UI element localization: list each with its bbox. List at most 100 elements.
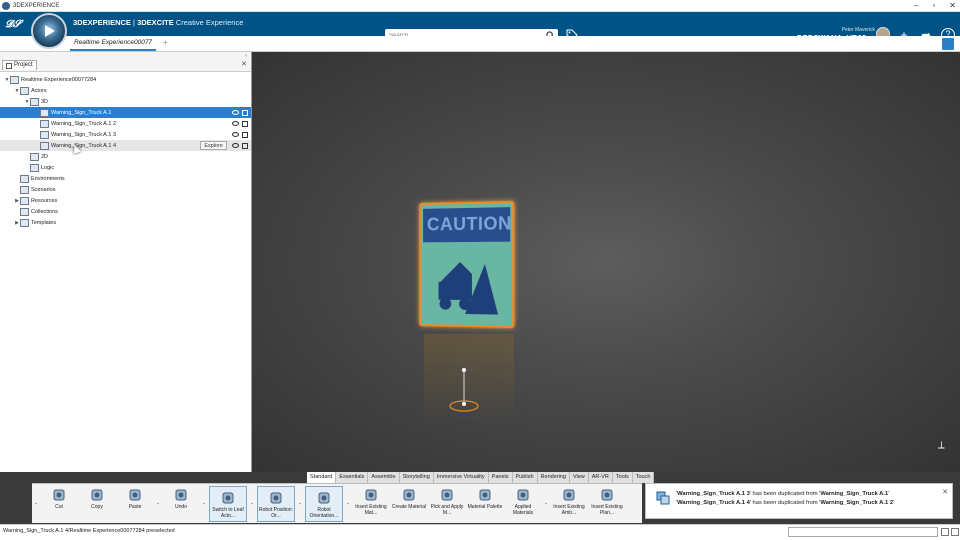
status-bar: Warning_Sign_Truck A.1 4/Realtime Experi… — [0, 524, 960, 540]
activation-toggle-icon[interactable] — [242, 142, 248, 149]
tree-item[interactable]: Warning_Sign_Truck A.1 2 — [0, 118, 251, 129]
tree-item-label: Realtime Experience00077284 — [21, 76, 97, 83]
visibility-eye-icon[interactable] — [232, 132, 239, 137]
ribbon-dropdown-icon[interactable]: ⌄ — [542, 484, 550, 522]
app-brand: 3DEXPERIENCE | 3DEXCITE Creative Experie… — [73, 18, 243, 27]
status-filter-icon[interactable] — [941, 528, 949, 536]
tab-realtime-experience[interactable]: Realtime Experience00077 — [70, 37, 157, 51]
switch-leaf-icon — [221, 491, 235, 505]
tab-project[interactable]: Project — [2, 60, 37, 70]
tree-item[interactable]: Warning_Sign_Truck A.1 — [0, 107, 251, 118]
insert-ambience-button[interactable]: Insert Existing Amb... — [550, 484, 588, 522]
ribbon-tab[interactable]: Touch — [632, 472, 655, 483]
ribbon-tab[interactable]: View — [569, 472, 589, 483]
ribbon-button-label: Robot Position: Or... — [259, 507, 293, 519]
row-tools — [232, 120, 248, 127]
copy-button[interactable]: Copy — [78, 484, 116, 522]
tree-node-icon — [40, 141, 49, 150]
ribbon-button-label: Insert Existing Amb... — [553, 504, 585, 516]
manipulator-handle[interactable] — [432, 352, 492, 422]
tree-item[interactable]: Environments — [0, 173, 251, 184]
project-panel: ‹ Project ✕ ▼ Realtime Experience00077284… — [0, 52, 252, 472]
material-palette-button[interactable]: Material Palette — [466, 484, 504, 522]
status-options-icon[interactable] — [951, 528, 959, 536]
close-window-button[interactable]: ✕ — [949, 0, 956, 12]
visibility-eye-icon[interactable] — [232, 143, 239, 148]
axis-triad-icon[interactable]: ⟂ — [938, 440, 952, 460]
insert-material-button[interactable]: Insert Existing Mat... — [352, 484, 390, 522]
restore-button[interactable]: ▫ — [932, 0, 935, 12]
maximize-view-icon[interactable] — [942, 38, 954, 50]
ribbon-tab[interactable]: Standard — [307, 472, 337, 483]
activation-toggle-icon[interactable] — [242, 109, 248, 116]
ribbon-tab[interactable]: Panels — [488, 472, 513, 483]
scissors-icon — [52, 488, 66, 502]
pick-apply-button[interactable]: Pick and Apply M... — [428, 484, 466, 522]
robot-orientation-button[interactable]: Robot Orientation... — [305, 486, 343, 522]
tree-item[interactable]: Logic — [0, 162, 251, 173]
ribbon-tab[interactable]: Immersive Virtuality — [433, 472, 489, 483]
row-tools — [232, 131, 248, 138]
ribbon-dropdown-icon[interactable]: ⌄ — [296, 484, 304, 522]
tree-item[interactable]: Collections — [0, 206, 251, 217]
create-material-button[interactable]: Create Material — [390, 484, 428, 522]
ribbon-button-label: Material Palette — [467, 504, 503, 510]
paste-button[interactable]: Paste — [116, 484, 154, 522]
tree-item[interactable]: ▼ Realtime Experience00077284 — [0, 74, 251, 85]
tree-item[interactable]: ▶ Templates — [0, 217, 251, 228]
ribbon-dropdown-icon[interactable]: ⌄ — [248, 484, 256, 522]
ribbon-tab[interactable]: Storytelling — [399, 472, 434, 483]
ribbon-tab[interactable]: Rendering — [537, 472, 570, 483]
ribbon-tab[interactable]: Assemble — [368, 472, 400, 483]
insert-planet-button[interactable]: Insert Existing Plan... — [588, 484, 626, 522]
applied-materials-icon — [516, 488, 530, 502]
compass-icon[interactable] — [31, 13, 67, 49]
paste-icon — [128, 488, 142, 502]
ribbon-buttons: Cut Copy Paste ⌄ Undo ⌄ Switch to Leaf Acto...… — [40, 484, 626, 524]
tree-node-icon — [20, 218, 29, 227]
switch-leaf-button[interactable]: Switch to Leaf Acto... — [209, 486, 247, 522]
visibility-eye-icon[interactable] — [232, 110, 239, 115]
action-bar: ⌄ Cut Copy Paste ⌄ Undo ⌄ Switch to Leaf Acto.… — [32, 483, 642, 523]
tree-item[interactable]: ▶ Resources — [0, 195, 251, 206]
ribbon-dropdown-icon[interactable]: ⌄ — [154, 484, 162, 522]
ribbon-tab[interactable]: Essentials — [336, 472, 369, 483]
tree-item-label: Actors — [31, 87, 47, 94]
undo-button[interactable]: Undo — [162, 484, 200, 522]
tree-item[interactable]: ▼ Actors — [0, 85, 251, 96]
panel-close-button[interactable]: ✕ — [241, 60, 247, 68]
app-icon — [2, 1, 10, 10]
ribbon-expand-icon[interactable]: ⌄ — [32, 484, 40, 522]
tab-project-label: Project — [14, 62, 33, 68]
robot-position-button[interactable]: Robot Position: Or... — [257, 486, 295, 522]
applied-materials-button[interactable]: Applied Materials — [504, 484, 542, 522]
user-name: Peter Maverick — [841, 27, 875, 33]
explore-button[interactable]: Explore — [200, 141, 227, 150]
command-input[interactable] — [788, 527, 938, 537]
tree-item[interactable]: Warning_Sign_Truck A.1 3 — [0, 129, 251, 140]
tree-item[interactable]: ▼ 3D — [0, 96, 251, 107]
ribbon-tab[interactable]: Publish — [512, 472, 538, 483]
document-tabs: Realtime Experience00077 + — [0, 36, 960, 52]
minimize-button[interactable]: – — [914, 0, 918, 12]
3d-viewport[interactable]: CAUTION ⟂ — [252, 52, 960, 472]
ribbon-tab[interactable]: AR-VR — [588, 472, 613, 483]
tree-node-icon — [20, 174, 29, 183]
ds-logo-icon[interactable]: 𝓓𝓢 — [0, 12, 26, 36]
activation-toggle-icon[interactable] — [242, 120, 248, 127]
warning-sign-model[interactable]: CAUTION — [419, 200, 515, 329]
ribbon-tab[interactable]: Tools — [612, 472, 633, 483]
tree-node-icon — [10, 75, 19, 84]
activation-toggle-icon[interactable] — [242, 131, 248, 138]
tree-item[interactable]: Warning_Sign_Truck A.1 4 Explore — [0, 140, 251, 151]
ribbon-dropdown-icon[interactable]: ⌄ — [344, 484, 352, 522]
notification-list: 'Warning_Sign_Truck A.1 3' has been dupl… — [676, 490, 946, 508]
scissors-button[interactable]: Cut — [40, 484, 78, 522]
tree-item[interactable]: Scenarios — [0, 184, 251, 195]
notification-close-button[interactable]: ✕ — [942, 488, 948, 496]
panel-collapse-icon[interactable]: ‹ — [245, 53, 247, 59]
tree-item[interactable]: 2D — [0, 151, 251, 162]
add-tab-button[interactable]: + — [163, 38, 168, 47]
ribbon-dropdown-icon[interactable]: ⌄ — [200, 484, 208, 522]
visibility-eye-icon[interactable] — [232, 121, 239, 126]
